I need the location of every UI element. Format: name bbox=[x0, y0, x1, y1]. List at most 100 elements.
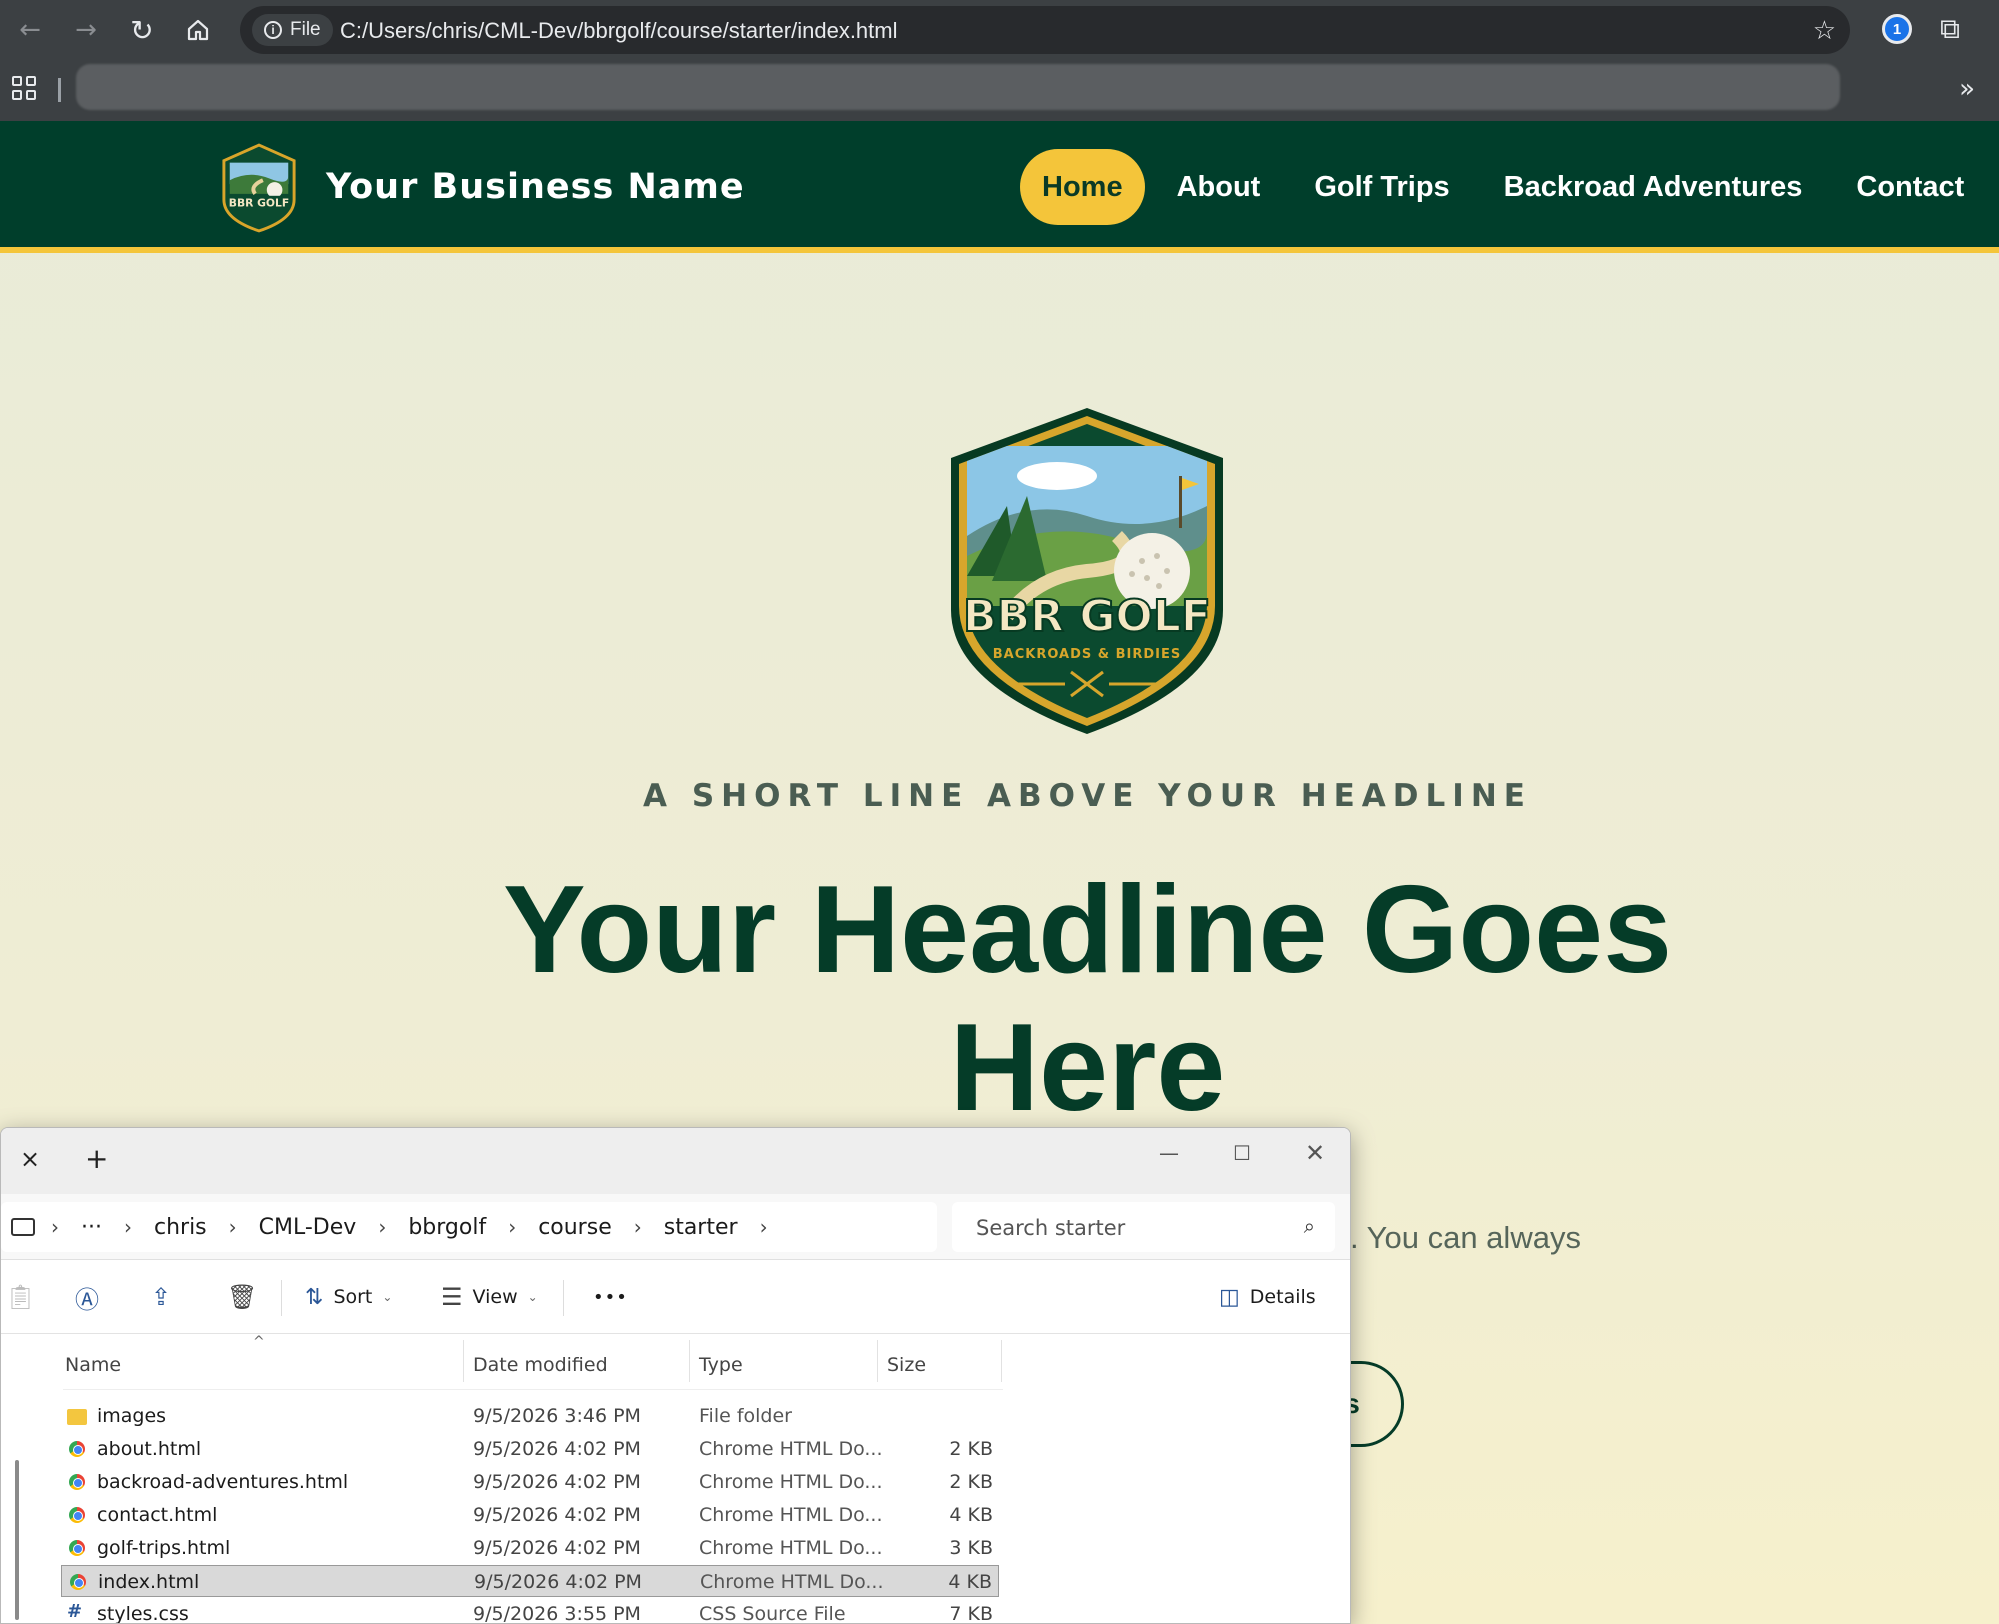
file-date: 9/5/2026 4:02 PM bbox=[473, 1537, 641, 1559]
chevron-right-icon[interactable]: › bbox=[378, 1215, 386, 1239]
password-manager-extension-icon[interactable]: 1 bbox=[1882, 14, 1912, 44]
forward-arrow-icon[interactable]: → bbox=[68, 12, 104, 48]
column-divider[interactable] bbox=[877, 1340, 878, 1382]
column-name[interactable]: Name bbox=[65, 1354, 121, 1376]
maximize-icon[interactable]: ☐ bbox=[1222, 1138, 1262, 1168]
chevron-right-icon[interactable]: › bbox=[508, 1215, 516, 1239]
column-type[interactable]: Type bbox=[699, 1354, 743, 1376]
search-icon: ⌕ bbox=[1303, 1214, 1315, 1238]
file-row-contact[interactable]: contact.html 9/5/2026 4:02 PM Chrome HTM… bbox=[61, 1499, 999, 1531]
brand-logo-text: BBR GOLF bbox=[229, 197, 289, 210]
view-icon: ☰ bbox=[441, 1283, 463, 1311]
sort-icon: ⇅ bbox=[305, 1284, 324, 1310]
details-label: Details bbox=[1249, 1286, 1316, 1308]
delete-trash-icon[interactable]: 🗑︎ bbox=[227, 1282, 257, 1312]
home-icon[interactable] bbox=[180, 12, 216, 48]
breadcrumb-starter[interactable]: starter bbox=[664, 1215, 738, 1240]
chevron-right-icon[interactable]: › bbox=[634, 1215, 642, 1239]
file-type: File folder bbox=[699, 1405, 792, 1427]
file-list: ^ Name Date modified Type Size images 9/… bbox=[1, 1334, 1350, 1624]
vertical-scrollbar[interactable] bbox=[15, 1460, 19, 1620]
column-divider[interactable] bbox=[1001, 1340, 1002, 1382]
chevron-right-icon[interactable]: › bbox=[229, 1215, 237, 1239]
file-row-styles[interactable]: # styles.css 9/5/2026 3:55 PM CSS Source… bbox=[61, 1598, 999, 1624]
address-bar[interactable]: i File C:/Users/chris/CML-Dev/bbrgolf/co… bbox=[240, 6, 1850, 54]
apps-grid-icon[interactable] bbox=[12, 76, 36, 100]
file-name: golf-trips.html bbox=[97, 1537, 231, 1559]
hero-logo-tagline: BACKROADS & BIRDIES bbox=[993, 647, 1182, 662]
file-size: 4 KB bbox=[948, 1571, 992, 1593]
file-name: backroad-adventures.html bbox=[97, 1471, 349, 1493]
file-type: Chrome HTML Do... bbox=[699, 1438, 883, 1460]
url-text[interactable]: C:/Users/chris/CML-Dev/bbrgolf/course/st… bbox=[340, 18, 898, 44]
sort-button[interactable]: ⇅ Sort ⌄ bbox=[305, 1282, 392, 1312]
nav-contact[interactable]: Contact bbox=[1834, 149, 1986, 225]
browser-chrome: ← → ↻ i File C:/Users/chris/CML-Dev/bbrg… bbox=[0, 0, 1999, 121]
breadcrumb[interactable]: › ··· › chris › CML-Dev › bbrgolf › cour… bbox=[1, 1202, 937, 1252]
browser-toolbar: ← → ↻ i File C:/Users/chris/CML-Dev/bbrg… bbox=[0, 0, 1999, 60]
chevron-right-icon[interactable]: › bbox=[760, 1215, 768, 1239]
nav-backroad-adventures[interactable]: Backroad Adventures bbox=[1482, 149, 1825, 225]
file-name: images bbox=[97, 1405, 167, 1427]
chevron-right-icon[interactable]: › bbox=[51, 1215, 59, 1239]
column-divider[interactable] bbox=[463, 1340, 464, 1382]
close-tab-icon[interactable]: × bbox=[15, 1144, 45, 1174]
site-info-chip[interactable]: i File bbox=[252, 14, 333, 46]
file-type: Chrome HTML Do... bbox=[699, 1537, 883, 1559]
chrome-html-icon bbox=[69, 1540, 85, 1556]
file-name: contact.html bbox=[97, 1504, 218, 1526]
chevron-right-icon[interactable]: › bbox=[124, 1215, 132, 1239]
minimize-icon[interactable]: — bbox=[1149, 1138, 1189, 1168]
new-tab-icon[interactable]: + bbox=[85, 1142, 108, 1175]
file-type: Chrome HTML Do... bbox=[699, 1504, 883, 1526]
extensions-puzzle-icon[interactable]: ⧉ bbox=[1940, 12, 1974, 46]
more-options-button[interactable]: ••• bbox=[593, 1282, 628, 1312]
search-input[interactable]: Search starter ⌕ bbox=[952, 1202, 1335, 1252]
breadcrumb-bbrgolf[interactable]: bbrgolf bbox=[408, 1215, 486, 1240]
view-button[interactable]: ☰ View ⌄ bbox=[441, 1282, 538, 1312]
share-icon[interactable]: ⇪ bbox=[151, 1282, 171, 1312]
file-date: 9/5/2026 4:02 PM bbox=[474, 1571, 642, 1593]
close-window-icon[interactable]: ✕ bbox=[1295, 1138, 1335, 1168]
file-size: 2 KB bbox=[949, 1471, 993, 1493]
file-type: Chrome HTML Do... bbox=[699, 1471, 883, 1493]
breadcrumb-course[interactable]: course bbox=[538, 1215, 612, 1240]
more-bookmarks-chevron-icon[interactable]: » bbox=[1959, 74, 1975, 104]
explorer-titlebar: × + — ☐ ✕ bbox=[1, 1128, 1350, 1194]
file-row-index-selected[interactable]: index.html 9/5/2026 4:02 PM Chrome HTML … bbox=[61, 1565, 999, 1597]
file-name: styles.css bbox=[97, 1603, 189, 1624]
brand-logo-icon[interactable]: BBR GOLF bbox=[220, 143, 298, 233]
bookmark-star-icon[interactable]: ☆ bbox=[1813, 16, 1836, 46]
column-divider[interactable] bbox=[689, 1340, 690, 1382]
file-size: 4 KB bbox=[949, 1504, 993, 1526]
details-button[interactable]: ◫ Details bbox=[1219, 1282, 1316, 1312]
business-name[interactable]: Your Business Name bbox=[326, 167, 745, 207]
file-row-backroad-adventures[interactable]: backroad-adventures.html 9/5/2026 4:02 P… bbox=[61, 1466, 999, 1498]
breadcrumb-chris[interactable]: chris bbox=[154, 1215, 207, 1240]
column-date-modified[interactable]: Date modified bbox=[473, 1354, 608, 1376]
reload-icon[interactable]: ↻ bbox=[124, 12, 160, 48]
paste-icon[interactable]: 📋︎ bbox=[5, 1282, 35, 1312]
sort-ascending-icon: ^ bbox=[253, 1334, 265, 1350]
file-row-images[interactable]: images 9/5/2026 3:46 PM File folder bbox=[61, 1400, 999, 1432]
file-row-golf-trips[interactable]: golf-trips.html 9/5/2026 4:02 PM Chrome … bbox=[61, 1532, 999, 1564]
column-headers: ^ Name Date modified Type Size bbox=[63, 1334, 1003, 1390]
nav-home[interactable]: Home bbox=[1020, 149, 1145, 225]
rename-icon[interactable]: Ⓐ bbox=[75, 1282, 99, 1314]
back-arrow-icon[interactable]: ← bbox=[12, 12, 48, 48]
breadcrumb-more[interactable]: ··· bbox=[81, 1215, 102, 1240]
chrome-html-icon bbox=[69, 1474, 85, 1490]
file-date: 9/5/2026 4:02 PM bbox=[473, 1471, 641, 1493]
site-info-label: File bbox=[290, 19, 321, 40]
this-pc-icon[interactable] bbox=[11, 1218, 35, 1236]
column-size[interactable]: Size bbox=[887, 1354, 926, 1376]
file-size: 2 KB bbox=[949, 1438, 993, 1460]
nav-golf-trips[interactable]: Golf Trips bbox=[1292, 149, 1471, 225]
breadcrumb-cml-dev[interactable]: CML-Dev bbox=[259, 1215, 357, 1240]
file-date: 9/5/2026 3:55 PM bbox=[473, 1603, 641, 1624]
nav-about[interactable]: About bbox=[1155, 149, 1283, 225]
chrome-html-icon bbox=[69, 1507, 85, 1523]
file-row-about[interactable]: about.html 9/5/2026 4:02 PM Chrome HTML … bbox=[61, 1433, 999, 1465]
hero-logo-badge: BBR GOLF BACKROADS & BIRDIES bbox=[951, 408, 1223, 734]
info-icon: i bbox=[264, 21, 282, 39]
